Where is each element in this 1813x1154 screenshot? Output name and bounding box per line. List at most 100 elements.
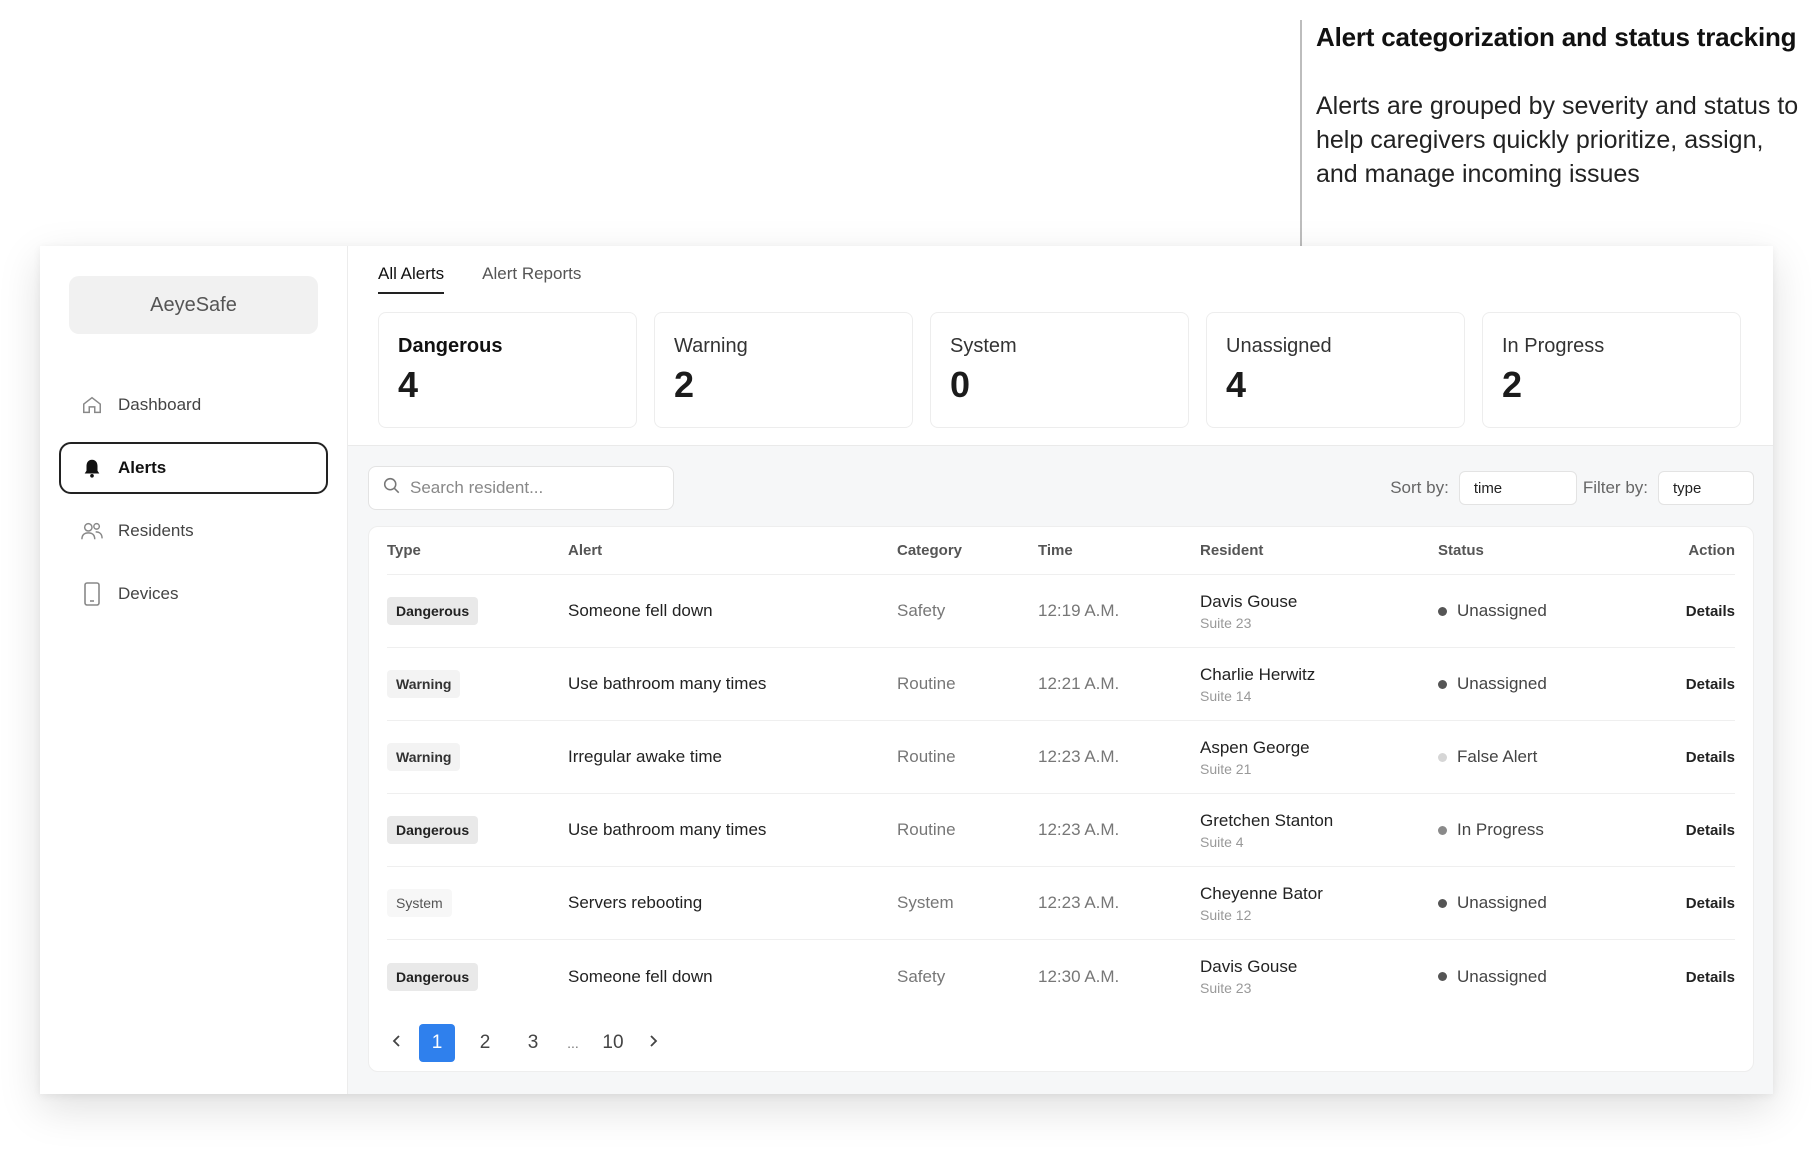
resident-cell: Davis Gouse Suite 23 (1200, 957, 1438, 996)
details-link[interactable]: Details (1686, 603, 1735, 620)
tab-all-alerts[interactable]: All Alerts (378, 264, 445, 294)
table-row[interactable]: Dangerous Someone fell down Safety 12:19… (387, 575, 1735, 648)
resident-name: Gretchen Stanton (1200, 810, 1334, 830)
column-header[interactable]: Status (1438, 542, 1638, 559)
summary-card-system[interactable]: System 0 (930, 312, 1189, 428)
status-dot (1438, 679, 1447, 689)
page-button[interactable]: 2 (467, 1024, 503, 1062)
card-label: In Progress (1502, 335, 1605, 357)
search-input[interactable] (410, 478, 650, 498)
chevron-left-icon (392, 1032, 402, 1054)
card-label: Unassigned (1226, 335, 1332, 357)
toolbar: Sort by: time Filter by: type (368, 466, 1754, 510)
table-row[interactable]: Warning Use bathroom many times Routine … (387, 648, 1735, 721)
sort-select[interactable]: time (1458, 471, 1577, 505)
alerts-table: Type Alert Category Time Resident Status… (368, 526, 1754, 1072)
details-link[interactable]: Details (1686, 676, 1735, 693)
annotation-text: Alerts are grouped by severity and statu… (1316, 92, 1799, 188)
alert-text: Irregular awake time (568, 747, 723, 766)
sidebar-item-alerts[interactable]: Alerts (59, 442, 328, 494)
resident-cell: Gretchen Stanton Suite 4 (1200, 811, 1438, 850)
chevron-right-icon (648, 1032, 658, 1054)
status-dot (1438, 606, 1447, 616)
main-area: All Alerts Alert Reports Dangerous 4 War… (348, 246, 1773, 1094)
resident-cell: Aspen George Suite 21 (1200, 738, 1438, 777)
sidebar-item-label: Alerts (118, 458, 167, 477)
time-text: 12:19 A.M. (1038, 601, 1120, 620)
summary-card-warning[interactable]: Warning 2 (654, 312, 913, 428)
sidebar: AeyeSafe Dashboard Alerts Residents Devi… (40, 246, 348, 1094)
summary-cards: Dangerous 4 Warning 2 System 0 Unassigne… (378, 312, 1743, 428)
page-button[interactable]: 3 (515, 1024, 551, 1062)
page-button[interactable]: 1 (419, 1024, 455, 1062)
search-icon (383, 477, 400, 499)
sidebar-item-label: Residents (118, 521, 194, 540)
table-row[interactable]: Warning Irregular awake time Routine 12:… (387, 721, 1735, 794)
status-text: Unassigned (1457, 601, 1547, 620)
resident-suite: Suite 4 (1200, 833, 1244, 850)
alert-text: Someone fell down (568, 601, 713, 620)
resident-suite: Suite 21 (1200, 760, 1252, 777)
category-text: Routine (897, 747, 956, 766)
card-value: 4 (398, 364, 419, 405)
details-link[interactable]: Details (1686, 749, 1735, 766)
type-badge: Dangerous (387, 597, 479, 625)
category-text: System (897, 893, 954, 912)
filter-label: Filter by: (1582, 478, 1648, 497)
column-header[interactable]: Alert (568, 542, 897, 559)
resident-cell: Cheyenne Bator Suite 12 (1200, 884, 1438, 923)
status-text: Unassigned (1457, 674, 1547, 693)
time-text: 12:30 A.M. (1038, 966, 1120, 986)
page-button[interactable]: 10 (595, 1024, 631, 1062)
sidebar-item-dashboard[interactable]: Dashboard (59, 379, 328, 431)
device-icon (80, 582, 104, 606)
sidebar-item-residents[interactable]: Residents (59, 505, 328, 557)
status-text: Unassigned (1457, 893, 1547, 912)
alert-text: Use bathroom many times (568, 674, 767, 693)
summary-card-unassigned[interactable]: Unassigned 4 (1206, 312, 1465, 428)
category-text: Safety (897, 966, 946, 986)
alert-text: Servers rebooting (568, 893, 703, 912)
filter-select[interactable]: type (1658, 471, 1754, 505)
summary-card-in-progress[interactable]: In Progress 2 (1482, 312, 1741, 428)
status-cell: False Alert (1438, 747, 1638, 767)
resident-name: Davis Gouse (1200, 957, 1298, 976)
details-link[interactable]: Details (1686, 822, 1735, 839)
table-row[interactable]: Dangerous Someone fell down Safety 12:30… (387, 940, 1735, 1013)
column-header[interactable]: Resident (1200, 542, 1438, 559)
card-label: System (950, 335, 1017, 357)
column-header[interactable]: Category (897, 542, 1038, 559)
category-text: Routine (897, 674, 956, 693)
status-cell: Unassigned (1438, 601, 1638, 621)
category-text: Routine (897, 820, 956, 839)
time-text: 12:23 A.M. (1038, 820, 1120, 839)
status-text: False Alert (1457, 747, 1538, 766)
details-link[interactable]: Details (1686, 895, 1735, 912)
annotation-title: Alert categorization and status tracking (1316, 22, 1797, 52)
status-dot (1438, 972, 1447, 981)
type-badge: Dangerous (387, 962, 479, 991)
card-value: 2 (674, 364, 695, 405)
card-value: 4 (1226, 364, 1247, 405)
table-row[interactable]: Dangerous Use bathroom many times Routin… (387, 794, 1735, 867)
sidebar-item-devices[interactable]: Devices (59, 568, 328, 620)
prev-page-button[interactable] (387, 1024, 407, 1062)
resident-name: Cheyenne Bator (1200, 883, 1323, 903)
type-badge: Warning (387, 743, 461, 771)
details-link[interactable]: Details (1686, 969, 1735, 986)
table-row[interactable]: System Servers rebooting System 12:23 A.… (387, 867, 1735, 940)
time-text: 12:21 A.M. (1038, 674, 1120, 693)
status-dot (1438, 825, 1447, 835)
next-page-button[interactable] (643, 1024, 663, 1062)
search-box[interactable] (368, 466, 674, 510)
summary-card-dangerous[interactable]: Dangerous 4 (378, 312, 637, 428)
app-logo: AeyeSafe (69, 276, 318, 334)
column-header[interactable]: Time (1038, 542, 1200, 559)
app-window: AeyeSafe Dashboard Alerts Residents Devi… (40, 246, 1773, 1094)
status-cell: Unassigned (1438, 967, 1638, 987)
column-header[interactable]: Type (387, 542, 568, 559)
type-badge: System (387, 889, 452, 917)
bell-icon (80, 456, 104, 480)
type-badge: Warning (387, 670, 461, 698)
tab-alert-reports[interactable]: Alert Reports (482, 264, 581, 294)
